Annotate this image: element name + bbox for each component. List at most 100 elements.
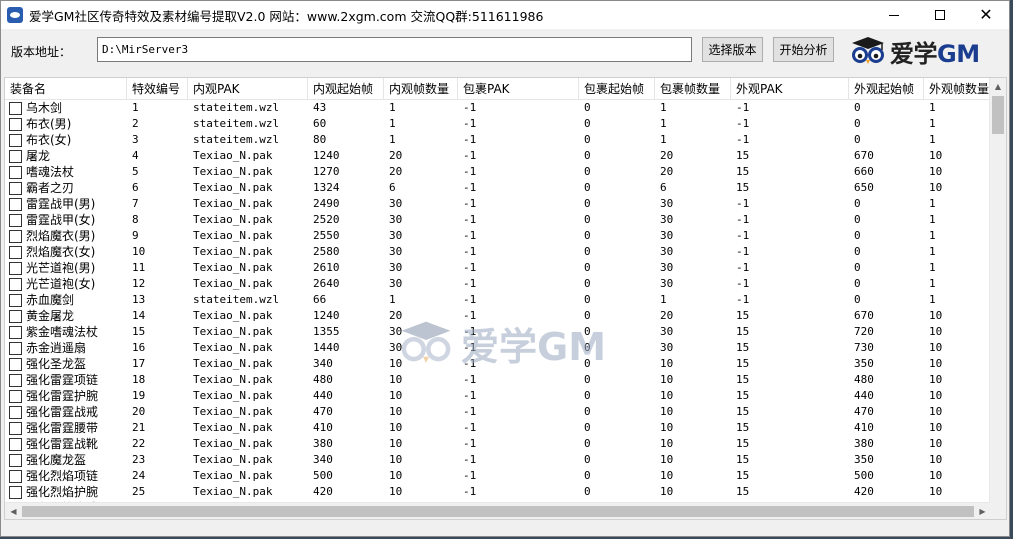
table-row[interactable]: 强化烈焰护腕 25 Texiao_N.pak 420 10 -1 0 10 15 420 10 bbox=[5, 484, 992, 500]
title-bar[interactable]: 爱学GM社区传奇特效及素材编号提取V2.0 网站：www.2xgm.com 交流… bbox=[1, 1, 1009, 29]
row-checkbox[interactable] bbox=[9, 421, 22, 435]
row-checkbox[interactable] bbox=[9, 133, 22, 147]
column-header[interactable]: 特效编号 bbox=[127, 78, 188, 100]
row-checkbox[interactable] bbox=[9, 181, 22, 195]
row-checkbox[interactable] bbox=[9, 373, 22, 387]
column-header[interactable]: 内观起始帧 bbox=[308, 78, 384, 100]
table-cell: 30 bbox=[660, 245, 674, 258]
table-row[interactable]: 霸者之刃 6 Texiao_N.pak 1324 6 -1 0 6 15 650 10 bbox=[5, 180, 992, 196]
table-cell: -1 bbox=[736, 133, 750, 146]
column-header[interactable]: 包裹起始帧 bbox=[579, 78, 655, 100]
table-cell: -1 bbox=[463, 277, 477, 290]
vertical-scroll-thumb[interactable] bbox=[992, 96, 1004, 134]
vertical-scrollbar[interactable]: ▲ bbox=[989, 78, 1006, 504]
table-cell: -1 bbox=[463, 421, 477, 434]
close-button[interactable]: ✕ bbox=[963, 1, 1009, 29]
row-checkbox[interactable] bbox=[9, 149, 22, 163]
table-row[interactable]: 强化雷霆战靴 22 Texiao_N.pak 380 10 -1 0 10 15 380 10 bbox=[5, 436, 992, 452]
path-input[interactable]: D:\MirServer3 bbox=[97, 37, 692, 62]
row-checkbox[interactable] bbox=[9, 229, 22, 243]
scroll-corner bbox=[989, 502, 1006, 519]
row-checkbox[interactable] bbox=[9, 309, 22, 323]
table-row[interactable]: 赤血魔剑 13 stateitem.wzl 66 1 -1 0 1 -1 0 1 bbox=[5, 292, 992, 308]
row-checkbox[interactable] bbox=[9, 405, 22, 419]
table-row[interactable]: 嗜魂法杖 5 Texiao_N.pak 1270 20 -1 0 20 15 660 10 bbox=[5, 164, 992, 180]
row-checkbox[interactable] bbox=[9, 437, 22, 451]
row-checkbox[interactable] bbox=[9, 485, 22, 499]
column-header[interactable]: 包裹帧数量 bbox=[655, 78, 731, 100]
item-name-cell: 强化雷霆腰带 bbox=[5, 420, 127, 436]
table-cell: 500 bbox=[854, 469, 874, 482]
table-cell: 0 bbox=[854, 277, 861, 290]
effects-table[interactable]: 装备名 特效编号 内观PAK 内观起始帧 内观帧数量 包裹PAK 包裹起始帧 包裹帧数量 外观P… bbox=[4, 77, 1007, 520]
table-row[interactable]: 强化雷霆腰带 21 Texiao_N.pak 410 10 -1 0 10 15 410 10 bbox=[5, 420, 992, 436]
table-cell: 0 bbox=[584, 389, 591, 402]
table-row[interactable]: 屠龙 4 Texiao_N.pak 1240 20 -1 0 20 15 670 10 bbox=[5, 148, 992, 164]
table-row[interactable]: 强化烈焰项链 24 Texiao_N.pak 500 10 -1 0 10 15 500 10 bbox=[5, 468, 992, 484]
table-cell: 1440 bbox=[313, 341, 340, 354]
row-checkbox[interactable] bbox=[9, 469, 22, 483]
table-row[interactable]: 布衣(女) 3 stateitem.wzl 80 1 -1 0 1 -1 0 1 bbox=[5, 132, 992, 148]
row-checkbox[interactable] bbox=[9, 245, 22, 259]
table-row[interactable]: 紫金嗜魂法杖 15 Texiao_N.pak 1355 30 -1 0 30 15 720 10 bbox=[5, 324, 992, 340]
table-row[interactable]: 雷霆战甲(女) 8 Texiao_N.pak 2520 30 -1 0 30 -1 0 1 bbox=[5, 212, 992, 228]
table-row[interactable]: 乌木剑 1 stateitem.wzl 43 1 -1 0 1 -1 0 1 bbox=[5, 100, 992, 116]
table-row[interactable]: 强化雷霆战戒 20 Texiao_N.pak 470 10 -1 0 10 15 470 10 bbox=[5, 404, 992, 420]
row-checkbox[interactable] bbox=[9, 213, 22, 227]
table-cell: -1 bbox=[463, 357, 477, 370]
column-header[interactable]: 内观PAK bbox=[188, 78, 308, 100]
minimize-icon bbox=[889, 14, 899, 16]
table-row[interactable]: 光芒道袍(女) 12 Texiao_N.pak 2640 30 -1 0 30 -1 0 1 bbox=[5, 276, 992, 292]
column-header[interactable]: 外观帧数量 bbox=[924, 78, 992, 100]
row-checkbox[interactable] bbox=[9, 117, 22, 131]
row-checkbox[interactable] bbox=[9, 325, 22, 339]
row-checkbox[interactable] bbox=[9, 389, 22, 403]
table-row[interactable]: 强化雷霆项链 18 Texiao_N.pak 480 10 -1 0 10 15 480 10 bbox=[5, 372, 992, 388]
row-checkbox[interactable] bbox=[9, 165, 22, 179]
table-row[interactable]: 强化圣龙盔 17 Texiao_N.pak 340 10 -1 0 10 15 350 10 bbox=[5, 356, 992, 372]
table-row[interactable]: 光芒道袍(男) 11 Texiao_N.pak 2610 30 -1 0 30 -1 0 1 bbox=[5, 260, 992, 276]
row-checkbox[interactable] bbox=[9, 197, 22, 211]
scroll-left-icon[interactable]: ◀ bbox=[5, 503, 22, 519]
scroll-up-icon[interactable]: ▲ bbox=[990, 78, 1006, 95]
select-version-button[interactable]: 选择版本 bbox=[702, 37, 763, 62]
table-row[interactable]: 赤金逍遥扇 16 Texiao_N.pak 1440 30 -1 0 30 15 730 10 bbox=[5, 340, 992, 356]
column-header[interactable]: 装备名 bbox=[5, 78, 127, 100]
table-cell: Texiao_N.pak bbox=[193, 469, 273, 482]
table-cell: 30 bbox=[389, 325, 403, 338]
column-header[interactable]: 内观帧数量 bbox=[384, 78, 458, 100]
table-cell: 480 bbox=[313, 373, 333, 386]
table-cell: 80 bbox=[313, 133, 327, 146]
table-cell: 0 bbox=[854, 213, 861, 226]
row-checkbox[interactable] bbox=[9, 101, 22, 115]
table-cell: 1 bbox=[389, 293, 396, 306]
table-row[interactable]: 强化魔龙盔 23 Texiao_N.pak 340 10 -1 0 10 15 350 10 bbox=[5, 452, 992, 468]
table-cell: 480 bbox=[854, 373, 874, 386]
start-analysis-button[interactable]: 开始分析 bbox=[773, 37, 834, 62]
table-cell: 24 bbox=[132, 469, 146, 482]
horizontal-scrollbar[interactable]: ◀ ▶ bbox=[5, 502, 991, 519]
table-row[interactable]: 雷霆战甲(男) 7 Texiao_N.pak 2490 30 -1 0 30 -1 0 1 bbox=[5, 196, 992, 212]
row-checkbox[interactable] bbox=[9, 341, 22, 355]
row-checkbox[interactable] bbox=[9, 453, 22, 467]
row-checkbox[interactable] bbox=[9, 261, 22, 275]
logo-text: 爱学GM bbox=[890, 34, 980, 69]
table-cell: 1240 bbox=[313, 149, 340, 162]
table-row[interactable]: 烈焰魔衣(男) 9 Texiao_N.pak 2550 30 -1 0 30 -1 0 1 bbox=[5, 228, 992, 244]
column-header[interactable]: 外观PAK bbox=[731, 78, 849, 100]
row-checkbox[interactable] bbox=[9, 357, 22, 371]
table-row[interactable]: 布衣(男) 2 stateitem.wzl 60 1 -1 0 1 -1 0 1 bbox=[5, 116, 992, 132]
table-row[interactable]: 强化雷霆护腕 19 Texiao_N.pak 440 10 -1 0 10 15 440 10 bbox=[5, 388, 992, 404]
table-row[interactable]: 烈焰魔衣(女) 10 Texiao_N.pak 2580 30 -1 0 30 -1 0 1 bbox=[5, 244, 992, 260]
table-cell: stateitem.wzl bbox=[193, 293, 280, 306]
column-header[interactable]: 外观起始帧 bbox=[849, 78, 924, 100]
horizontal-scroll-thumb[interactable] bbox=[22, 506, 974, 517]
table-cell: 0 bbox=[584, 453, 591, 466]
column-header[interactable]: 包裹PAK bbox=[458, 78, 579, 100]
row-checkbox[interactable] bbox=[9, 277, 22, 291]
minimize-button[interactable] bbox=[871, 1, 917, 29]
row-checkbox[interactable] bbox=[9, 293, 22, 307]
maximize-button[interactable] bbox=[917, 1, 963, 29]
table-cell: -1 bbox=[463, 485, 477, 498]
table-row[interactable]: 黄金屠龙 14 Texiao_N.pak 1240 20 -1 0 20 15 670 10 bbox=[5, 308, 992, 324]
